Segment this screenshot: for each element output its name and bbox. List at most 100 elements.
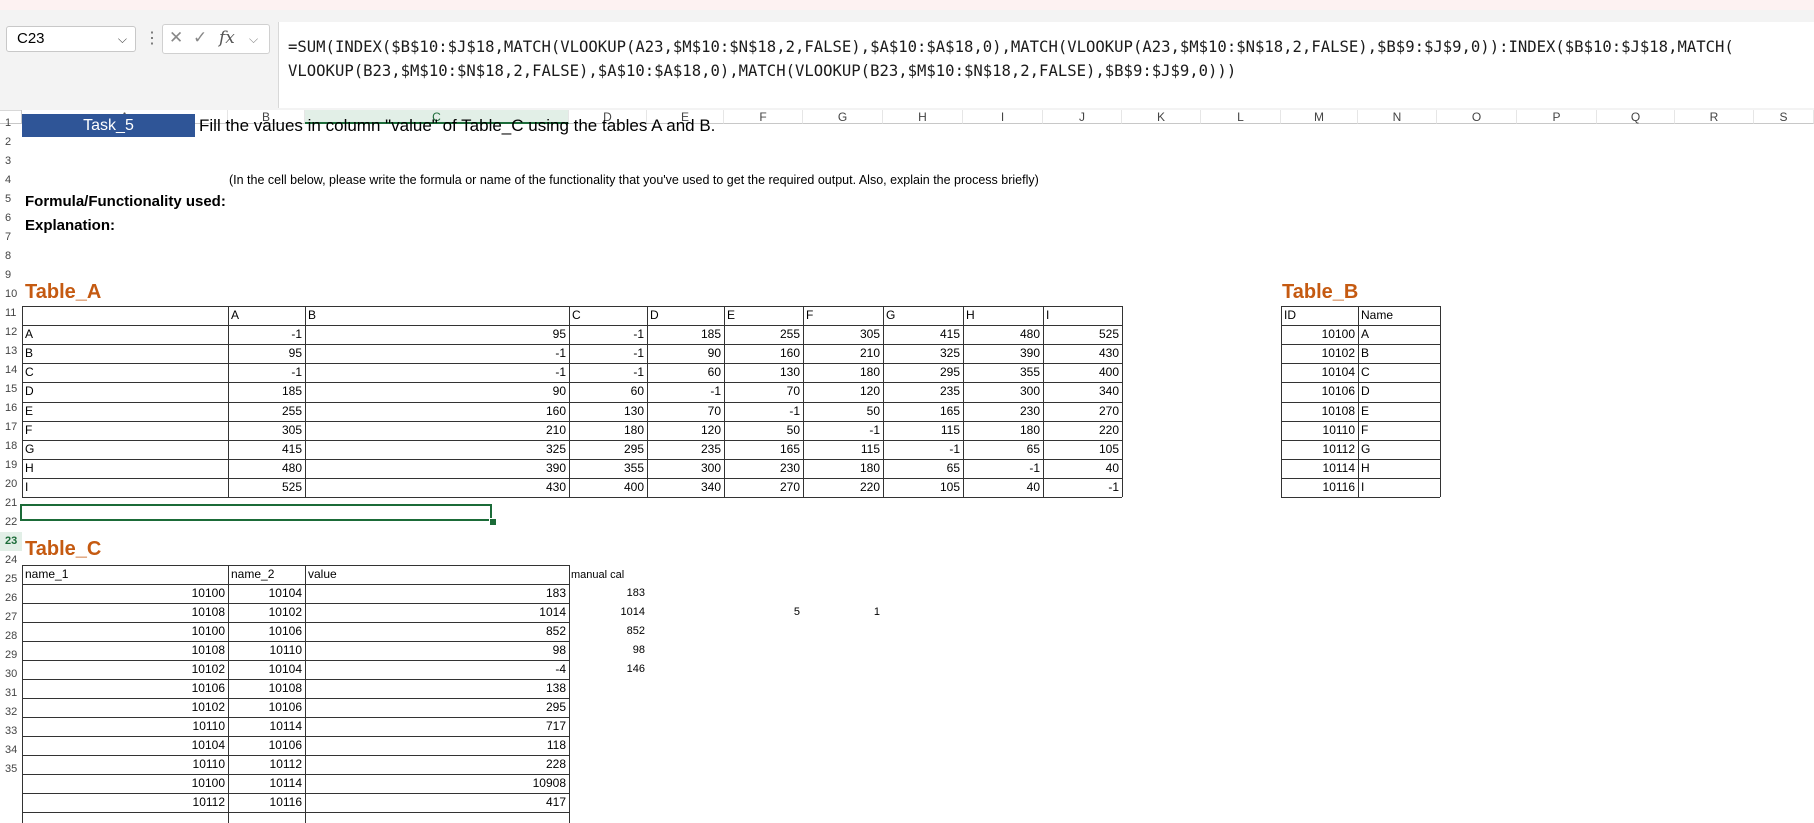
row-header-14[interactable]: 14	[0, 361, 22, 380]
chevron-down-icon[interactable]: ⌵	[249, 32, 258, 47]
table-c-cell: 10104	[191, 738, 225, 752]
row-header-1[interactable]: 1	[0, 114, 22, 133]
table-b-grid-line	[1281, 306, 1282, 497]
row-header-34[interactable]: 34	[0, 741, 22, 760]
table-b-name: B	[1361, 346, 1370, 361]
table-a-grid-line	[22, 420, 1122, 422]
row-header-7[interactable]: 7	[0, 228, 22, 247]
column-header-p[interactable]: P	[1517, 110, 1597, 124]
column-header-n[interactable]: N	[1358, 110, 1437, 124]
table-c-title: Table_C	[25, 538, 102, 560]
row-header-9[interactable]: 9	[0, 266, 22, 285]
name-box[interactable]: C23 ⌵	[6, 26, 136, 52]
enter-check-icon[interactable]: ✓	[193, 28, 207, 48]
row-header-5[interactable]: 5	[0, 190, 22, 209]
column-header-i[interactable]: I	[963, 110, 1043, 124]
table-c-cell: 10106	[191, 681, 225, 695]
table-c-grid-line	[22, 717, 569, 718]
row-header-11[interactable]: 11	[0, 304, 22, 323]
row-header-16[interactable]: 16	[0, 399, 22, 418]
table-a-cell: 50	[866, 403, 880, 418]
row-header-21[interactable]: 21	[0, 494, 22, 513]
table-c-grid-line	[305, 565, 306, 823]
selected-cell-c23[interactable]	[20, 504, 492, 521]
table-a-row-label: B	[25, 346, 34, 361]
row-header-18[interactable]: 18	[0, 437, 22, 456]
column-header-f[interactable]: F	[724, 110, 803, 124]
table-a-cell: 90	[552, 384, 566, 399]
row-header-2[interactable]: 2	[0, 133, 22, 152]
row-header-4[interactable]: 4	[0, 171, 22, 190]
row-header-26[interactable]: 26	[0, 589, 22, 608]
formula-line-2: VLOOKUP(B23,$M$10:$N$18,2,FALSE),$A$10:$…	[288, 62, 1237, 80]
table-b-id: 10110	[1322, 422, 1355, 437]
row-header-29[interactable]: 29	[0, 646, 22, 665]
table-a-row-label: G	[25, 441, 35, 456]
table-c-cell: 98	[552, 643, 566, 657]
insert-function-icon[interactable]: fx	[219, 28, 235, 48]
column-header-r[interactable]: R	[1675, 110, 1754, 124]
table-c-col-header: value	[308, 567, 337, 581]
table-c-cell: 10108	[268, 681, 302, 695]
row-header-12[interactable]: 12	[0, 323, 22, 342]
table-b-id: 10102	[1321, 346, 1355, 361]
table-a-cell: 220	[1098, 422, 1119, 437]
formula-bar: C23 ⌵ ⋮ ✕ ✓ fx ⌵ =SUM(INDEX($B$10:$J$18,…	[0, 10, 1814, 111]
row-header-8[interactable]: 8	[0, 247, 22, 266]
column-header-k[interactable]: K	[1122, 110, 1201, 124]
table-a-cell: 70	[786, 384, 800, 399]
column-header-h[interactable]: H	[883, 110, 963, 124]
row-header-15[interactable]: 15	[0, 380, 22, 399]
column-header-j[interactable]: J	[1043, 110, 1122, 124]
table-c-grid-line	[22, 698, 569, 699]
column-header-m[interactable]: M	[1281, 110, 1358, 124]
table-a-grid-line	[963, 306, 964, 497]
row-header-25[interactable]: 25	[0, 570, 22, 589]
row-header-23[interactable]: 23	[0, 532, 22, 551]
row-header-17[interactable]: 17	[0, 418, 22, 437]
row-header-13[interactable]: 13	[0, 342, 22, 361]
table-a-cell: 120	[859, 384, 880, 399]
table-a-col-header: E	[727, 308, 736, 322]
task-description: Fill the values in column "value" of Tab…	[199, 116, 716, 135]
row-header-10[interactable]: 10	[0, 285, 22, 304]
cell-g24: 1	[873, 606, 880, 618]
more-options-icon[interactable]: ⋮	[144, 28, 160, 48]
row-header-19[interactable]: 19	[0, 456, 22, 475]
table-a-cell: 325	[939, 346, 960, 361]
column-header-g[interactable]: G	[803, 110, 883, 124]
chevron-down-icon[interactable]: ⌵	[118, 27, 127, 51]
row-header-22[interactable]: 22	[0, 513, 22, 532]
column-header-s[interactable]: S	[1754, 110, 1814, 124]
row-header-32[interactable]: 32	[0, 703, 22, 722]
column-header-l[interactable]: L	[1201, 110, 1281, 124]
table-a-col-header: F	[806, 308, 814, 322]
row-header-35[interactable]: 35	[0, 760, 22, 779]
table-a-cell: -1	[1108, 479, 1119, 494]
row-header-33[interactable]: 33	[0, 722, 22, 741]
row-header-27[interactable]: 27	[0, 608, 22, 627]
table-b-grid-line	[1281, 420, 1440, 422]
row-header-6[interactable]: 6	[0, 209, 22, 228]
table-a-col-header: D	[650, 308, 659, 322]
cancel-icon[interactable]: ✕	[169, 28, 183, 48]
table-a-cell: 415	[281, 441, 302, 456]
row-header-24[interactable]: 24	[0, 551, 22, 570]
table-a-cell: 415	[939, 327, 960, 342]
row-header-30[interactable]: 30	[0, 665, 22, 684]
fill-handle[interactable]	[489, 518, 497, 526]
table-a-cell: -1	[949, 441, 960, 456]
column-header-q[interactable]: Q	[1597, 110, 1675, 124]
table-c-grid-line	[22, 774, 569, 775]
row-header-20[interactable]: 20	[0, 475, 22, 494]
table-c-grid-line	[22, 793, 569, 794]
formula-input[interactable]: =SUM(INDEX($B$10:$J$18,MATCH(VLOOKUP(A23…	[278, 22, 1814, 108]
table-c-cell: 10112	[192, 795, 225, 809]
column-header-o[interactable]: O	[1437, 110, 1517, 124]
table-a-cell: 70	[707, 403, 721, 418]
row-header-3[interactable]: 3	[0, 152, 22, 171]
row-header-31[interactable]: 31	[0, 684, 22, 703]
table-a-cell: 165	[779, 441, 800, 456]
row-header-28[interactable]: 28	[0, 627, 22, 646]
table-a-col-header: A	[231, 308, 240, 322]
